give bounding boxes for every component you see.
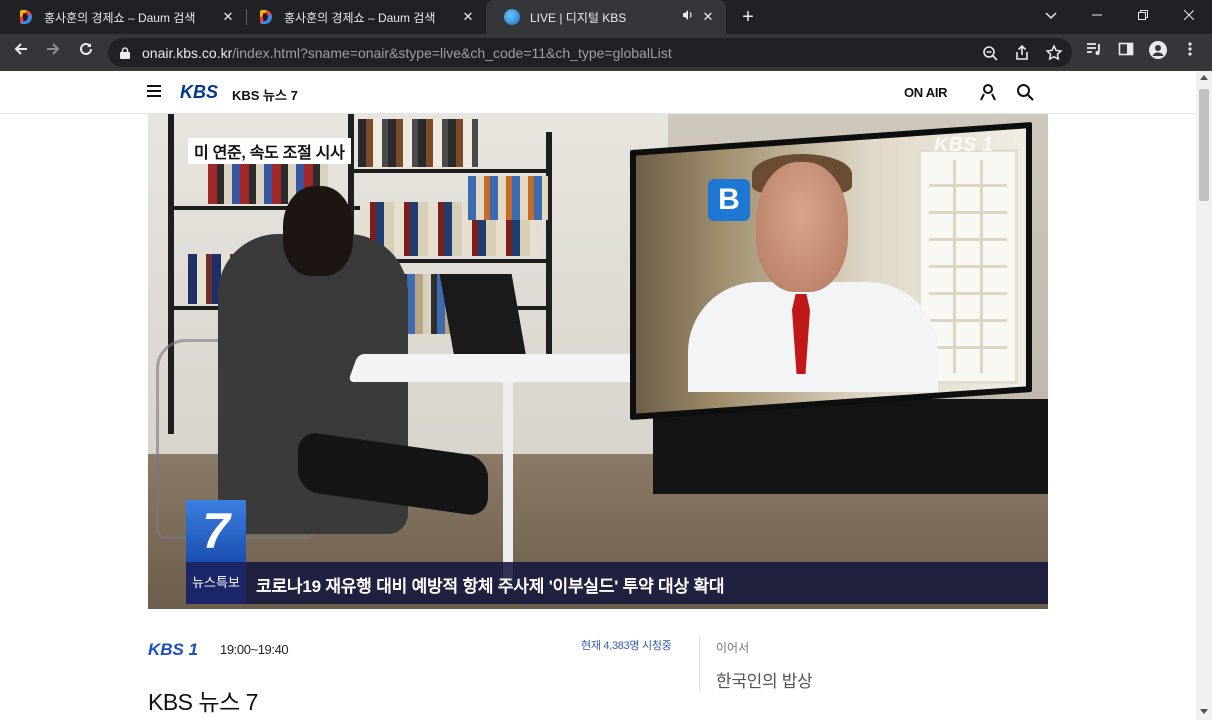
browser-tab-active[interactable]: LIVE | 디지털 KBS ✕ xyxy=(486,0,726,34)
divider xyxy=(699,635,700,691)
profile-avatar-icon[interactable] xyxy=(1146,41,1170,65)
program-name: KBS 뉴스 7 xyxy=(148,689,258,715)
search-icon[interactable] xyxy=(1016,83,1034,101)
kbs1-channel-logo: KBS 1 xyxy=(148,640,199,659)
zoom-icon[interactable] xyxy=(978,41,1002,65)
broadcast-time: 19:00~19:40 xyxy=(220,642,289,657)
speaker-icon[interactable] xyxy=(680,9,696,25)
books xyxy=(468,176,548,220)
scroll-up-arrow-icon[interactable] xyxy=(1200,75,1208,80)
daum-icon xyxy=(258,9,274,25)
bookmark-star-icon[interactable] xyxy=(1042,41,1066,65)
tab-title: 홍사훈의 경제쇼 – Daum 검색 xyxy=(284,10,436,25)
close-tab-icon[interactable]: ✕ xyxy=(460,9,476,25)
bookshelf xyxy=(354,169,549,173)
caption-tag: 뉴스특보 xyxy=(186,562,246,604)
channel-7-badge: 7 xyxy=(186,500,246,562)
program-title[interactable]: KBS 뉴스 7 xyxy=(232,85,298,104)
desk xyxy=(347,354,674,382)
caption-text: 코로나19 재유행 대비 예방적 항체 주사제 '이부실드' 투약 대상 확대 xyxy=(256,577,725,596)
media-control-icon[interactable] xyxy=(1082,41,1106,65)
books xyxy=(358,119,478,167)
tab-search-chevron-icon[interactable] xyxy=(1028,0,1074,30)
anchor-head xyxy=(283,186,353,276)
headline-tag: 미 연준, 속도 조절 시사 xyxy=(188,138,351,164)
kbs1-watermark: KBS 1 xyxy=(934,134,993,156)
browser-tab-1[interactable]: 홍사훈의 경제쇼 – Daum 검색 ✕ xyxy=(0,0,246,34)
scroll-down-arrow-icon[interactable] xyxy=(1200,709,1208,714)
onair-link[interactable]: ON AIR xyxy=(904,85,948,100)
daum-icon xyxy=(18,9,34,25)
next-label: 이어서 xyxy=(716,641,750,655)
scrollbar[interactable] xyxy=(1196,71,1212,720)
guest-head xyxy=(756,162,848,292)
next-program[interactable]: 한국인의 밥상 xyxy=(716,667,813,692)
kbs-globe-icon xyxy=(504,9,520,25)
minimize-icon[interactable] xyxy=(1074,0,1120,30)
close-tab-icon[interactable]: ✕ xyxy=(220,9,236,25)
live-video-player[interactable]: B 미 연준, 속도 조절 시사 KBS 1 7 뉴스특보 코로나19 재유행 … xyxy=(148,114,1048,609)
browser-tab-2[interactable]: 홍사훈의 경제쇼 – Daum 검색 ✕ xyxy=(240,0,486,34)
restore-icon[interactable] xyxy=(1120,0,1166,30)
share-icon[interactable] xyxy=(1010,41,1034,65)
forward-arrow-icon[interactable] xyxy=(41,41,65,65)
side-panel-icon[interactable] xyxy=(1114,41,1138,65)
user-icon[interactable] xyxy=(979,83,997,101)
kbs-logo[interactable]: KBS xyxy=(180,82,218,103)
url-text[interactable]: onair.kbs.co.kr/index.html?sname=onair&s… xyxy=(142,45,672,61)
news-caption-bar: 뉴스특보 코로나19 재유행 대비 예방적 항체 주사제 '이부실드' 투약 대… xyxy=(186,562,1048,604)
page-content: KBS KBS 뉴스 7 ON AIR B 미 연준, 속도 조절 시사 KBS… xyxy=(0,71,1196,720)
new-tab-button[interactable]: + xyxy=(738,7,758,27)
lock-icon[interactable] xyxy=(120,46,130,59)
browser-tabstrip: 홍사훈의 경제쇼 – Daum 검색 ✕ 홍사훈의 경제쇼 – Daum 검색 … xyxy=(0,0,1212,34)
scroll-thumb[interactable] xyxy=(1199,89,1209,201)
guest-shirt xyxy=(688,282,938,392)
site-header: KBS KBS 뉴스 7 ON AIR xyxy=(0,71,1196,114)
guest-b-logo: B xyxy=(708,179,750,221)
desk-leg xyxy=(503,382,513,582)
hamburger-menu-icon[interactable] xyxy=(147,85,161,99)
kebab-menu-icon[interactable] xyxy=(1178,41,1202,65)
reload-icon[interactable] xyxy=(74,41,98,65)
back-arrow-icon[interactable] xyxy=(9,41,33,65)
address-bar[interactable]: onair.kbs.co.kr/index.html?sname=onair&s… xyxy=(108,38,1072,67)
tab-title: LIVE | 디지털 KBS xyxy=(530,10,627,25)
browser-toolbar: onair.kbs.co.kr/index.html?sname=onair&s… xyxy=(0,34,1212,71)
close-tab-icon[interactable]: ✕ xyxy=(700,9,716,25)
close-window-icon[interactable] xyxy=(1166,0,1212,30)
viewer-count: 현재 4,383명 시청중 xyxy=(581,640,672,652)
tab-title: 홍사훈의 경제쇼 – Daum 검색 xyxy=(44,10,196,25)
bookshelf xyxy=(546,132,552,362)
